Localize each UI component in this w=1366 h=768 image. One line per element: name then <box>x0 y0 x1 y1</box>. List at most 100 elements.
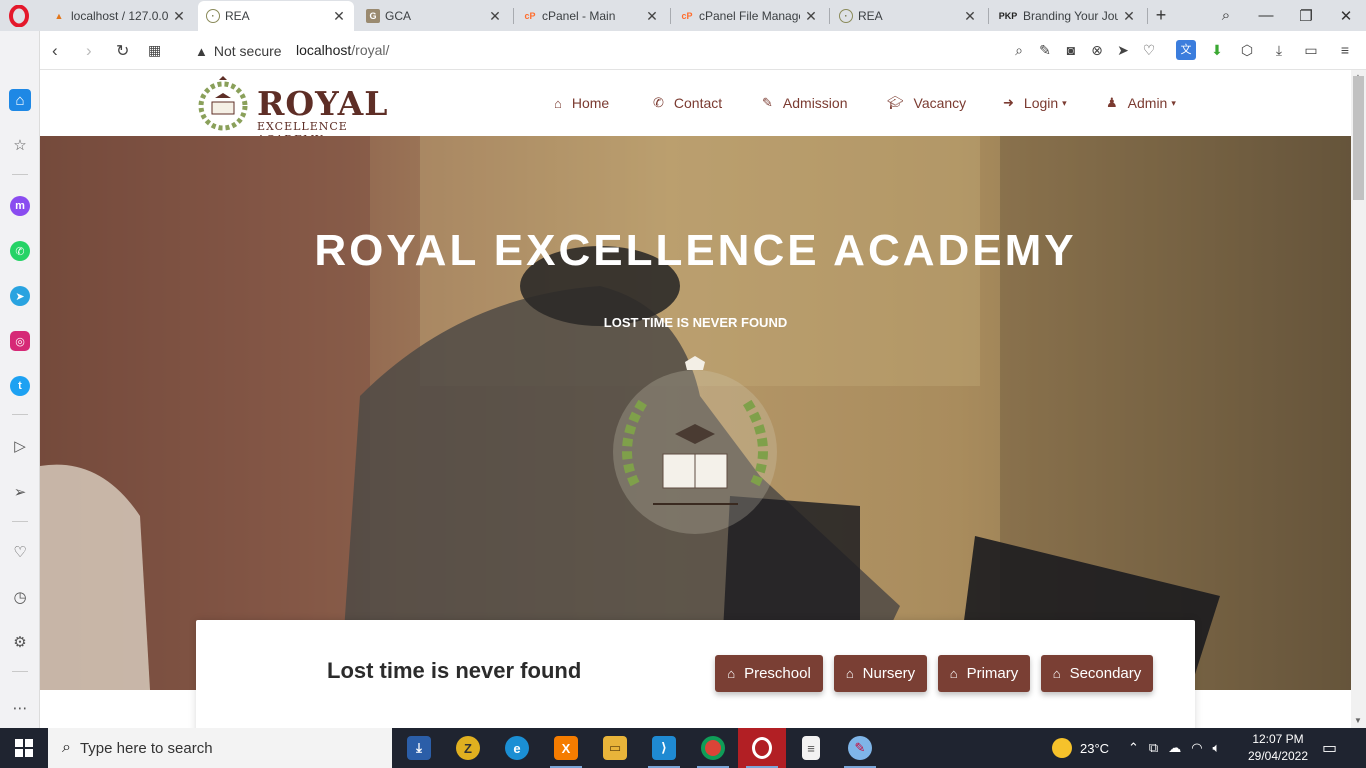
weather-sun-icon <box>1052 738 1072 758</box>
twitter-icon[interactable]: t <box>9 375 31 397</box>
button-label: Nursery <box>862 665 916 682</box>
speed-dial-icon[interactable]: ⌂ <box>9 89 31 111</box>
taskbar-clock[interactable]: 12:07 PM 29/04/2022 <box>1238 731 1318 765</box>
nav-label: Vacancy <box>913 95 967 111</box>
wifi-icon[interactable]: ◠ <box>1191 740 1202 756</box>
scrollbar-thumb[interactable] <box>1353 76 1364 200</box>
pinboard-heart-icon[interactable]: ♡ <box>9 541 31 563</box>
taskbar-app-xampp[interactable]: X <box>542 728 590 768</box>
zoom-icon[interactable]: ⌕ <box>1010 42 1028 59</box>
tab-cpanel-main[interactable]: cP cPanel - Main ✕ <box>515 1 667 31</box>
heart-icon[interactable]: ♡ <box>1140 42 1158 59</box>
site-logo[interactable]: ROYAL EXCELLENCE ACADEMY <box>195 74 410 146</box>
chevron-down-icon: ▾ <box>1062 97 1067 108</box>
tab-branding-journal[interactable]: PKP Branding Your Journal ✕ <box>990 1 1144 31</box>
security-label: Not secure <box>213 43 282 59</box>
meet-now-icon[interactable]: ⧉ <box>1149 740 1158 756</box>
close-tab-icon[interactable]: ✕ <box>963 8 977 25</box>
tab-localhost[interactable]: ▲ localhost / 127.0.0.1 ✕ <box>44 1 194 31</box>
url-field[interactable]: localhost/royal/ <box>296 42 389 58</box>
primary-button[interactable]: ⌂ Primary <box>938 655 1030 692</box>
notifications-icon[interactable]: ▭ <box>1322 738 1337 758</box>
download-manager-icon[interactable]: ⬇ <box>1208 42 1226 59</box>
tab-search-icon[interactable]: ⌕ <box>1206 7 1246 24</box>
extension-cube-icon[interactable]: ⬡ <box>1238 42 1256 59</box>
weather-widget[interactable]: 23°C <box>1052 728 1109 768</box>
tab-rea-active[interactable]: · REA ✕ <box>198 1 354 31</box>
opera-icon <box>752 737 772 759</box>
downloads-icon[interactable]: ⤓ <box>1270 42 1288 59</box>
taskbar-app-filezilla[interactable]: Z <box>444 728 492 768</box>
close-tab-icon[interactable]: ✕ <box>804 8 818 25</box>
send-icon[interactable]: ➤ <box>1114 42 1132 59</box>
whatsapp-icon[interactable]: ✆ <box>9 240 31 262</box>
nav-home[interactable]: ⌂ Home <box>554 95 609 111</box>
back-icon[interactable]: ‹ <box>52 41 58 61</box>
taskbar-app-notepad[interactable]: ≡ <box>787 728 835 768</box>
close-tab-icon[interactable]: ✕ <box>645 8 659 25</box>
nav-label: Home <box>571 95 610 111</box>
camera-icon[interactable]: ◙ <box>1062 42 1080 58</box>
windows-taskbar: ⌕ Type here to search ⤓ Z e X ▭ ⟩ ≡ ✎ 23… <box>0 728 1366 768</box>
taskbar-app-explorer[interactable]: ▭ <box>591 728 639 768</box>
nursery-button[interactable]: ⌂ Nursery <box>834 655 927 692</box>
opera-logo-icon[interactable] <box>8 5 30 27</box>
nav-admission[interactable]: ✎ Admission <box>762 95 848 111</box>
security-indicator[interactable]: ▲ Not secure <box>195 43 282 59</box>
messenger-icon[interactable]: m <box>9 195 31 217</box>
address-bar: ‹ › ↻ ▦ ▲ Not secure localhost/royal/ ⌕ … <box>40 31 1366 70</box>
reload-icon[interactable]: ↻ <box>116 41 129 61</box>
onedrive-cloud-icon[interactable]: ☁ <box>1168 740 1181 756</box>
taskbar-app-vscode[interactable]: ⟩ <box>640 728 688 768</box>
button-label: Preschool <box>744 665 811 682</box>
taskbar-app-opera[interactable] <box>738 728 786 768</box>
tab-rea[interactable]: · REA ✕ <box>831 1 985 31</box>
preschool-button[interactable]: ⌂ Preschool <box>715 655 823 692</box>
taskbar-app-edge[interactable]: e <box>493 728 541 768</box>
tab-gca[interactable]: G GCA ✕ <box>358 1 510 31</box>
scroll-down-icon[interactable]: ▼ <box>1354 716 1362 725</box>
nav-contact[interactable]: ✆ Contact <box>653 95 722 111</box>
close-tab-icon[interactable]: ✕ <box>1122 8 1136 25</box>
tray-overflow-chevron-icon[interactable]: ⌃ <box>1128 740 1139 756</box>
adblock-icon[interactable]: ⊗ <box>1088 42 1106 59</box>
volume-icon[interactable]: 🔈︎ <box>1213 740 1221 756</box>
start-button[interactable] <box>0 728 48 768</box>
taskbar-search[interactable]: ⌕ Type here to search <box>48 728 392 768</box>
instagram-icon[interactable]: ◎ <box>9 330 31 352</box>
taskbar-app-paint[interactable]: ✎ <box>836 728 884 768</box>
secondary-button[interactable]: ⌂ Secondary <box>1041 655 1153 692</box>
easy-setup-icon[interactable]: ≡ <box>1336 42 1354 58</box>
more-icon[interactable]: ⋯ <box>9 697 31 719</box>
translate-icon[interactable]: 文 <box>1176 40 1196 60</box>
new-tab-icon[interactable]: + <box>1150 5 1172 26</box>
battery-icon[interactable]: ▭ <box>1302 42 1320 59</box>
close-window-icon[interactable]: ✕ <box>1326 7 1366 25</box>
nav-vacancy[interactable]: 🎓︎ Vacancy <box>887 95 966 111</box>
nav-admin-dropdown[interactable]: ♟ Admin ▾ <box>1106 95 1176 111</box>
tab-title: REA <box>225 9 250 23</box>
url-path: /royal/ <box>351 42 390 58</box>
flow-icon[interactable]: ➢ <box>9 481 31 503</box>
restore-icon[interactable]: ❐ <box>1286 7 1326 25</box>
history-icon[interactable]: ◷ <box>9 586 31 608</box>
edit-icon: ✎ <box>762 95 773 110</box>
player-icon[interactable]: ▷ <box>9 435 31 457</box>
nav-login-dropdown[interactable]: ➜ Login ▾ <box>1003 95 1067 111</box>
taskbar-app-installer[interactable]: ⤓ <box>395 728 443 768</box>
page-scrollbar[interactable]: ▲ ▼ <box>1351 70 1366 728</box>
minimize-icon[interactable]: — <box>1246 7 1286 24</box>
settings-icon[interactable]: ⚙ <box>9 631 31 653</box>
telegram-icon[interactable]: ➤ <box>9 285 31 307</box>
taskbar-app-chrome[interactable] <box>689 728 737 768</box>
forward-icon[interactable]: › <box>86 41 92 61</box>
edit-icon[interactable]: ✎ <box>1036 42 1054 59</box>
tab-grid-icon[interactable]: ▦ <box>148 42 161 59</box>
close-tab-icon[interactable]: ✕ <box>172 8 186 25</box>
bookmarks-icon[interactable]: ☆ <box>9 134 31 156</box>
tab-cpanel-file-manager[interactable]: cP cPanel File Manager ✕ <box>672 1 826 31</box>
tab-title: GCA <box>385 9 412 23</box>
nav-label: Login <box>1023 95 1059 111</box>
close-tab-icon[interactable]: ✕ <box>332 8 346 25</box>
close-tab-icon[interactable]: ✕ <box>488 8 502 25</box>
